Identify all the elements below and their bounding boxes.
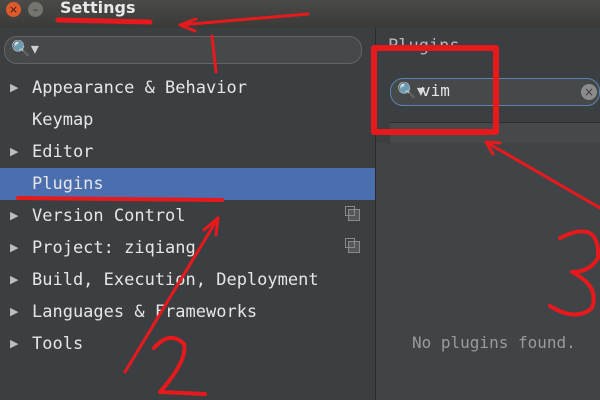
sidebar-item-tools[interactable]: ▶ Tools — [0, 328, 375, 360]
settings-sidebar: 🔍▾ ▶ Appearance & Behavior Keymap ▶ Edit… — [0, 28, 376, 400]
settings-search-input[interactable]: 🔍▾ — [4, 36, 362, 64]
search-value: vim — [421, 81, 450, 100]
sidebar-item-version-control[interactable]: ▶ Version Control — [0, 200, 375, 232]
sidebar-item-label: Appearance & Behavior — [32, 78, 247, 98]
expand-arrow-icon[interactable]: ▶ — [10, 72, 18, 104]
plugin-list-header — [390, 122, 600, 143]
sidebar-item-label: Editor — [32, 142, 94, 162]
page-title: Plugins — [388, 36, 460, 56]
sidebar-item-label: Languages & Frameworks — [32, 302, 258, 322]
sidebar-item-label: Keymap — [32, 110, 94, 130]
search-icon[interactable]: 🔍▾ — [11, 39, 39, 58]
sidebar-item-editor[interactable]: ▶ Editor — [0, 136, 375, 168]
expand-arrow-icon[interactable]: ▶ — [10, 296, 18, 328]
sidebar-item-appearance-behavior[interactable]: ▶ Appearance & Behavior — [0, 72, 375, 104]
sidebar-item-keymap[interactable]: Keymap — [0, 104, 375, 136]
minimize-window-icon[interactable]: – — [28, 2, 43, 17]
close-window-icon[interactable]: × — [6, 2, 21, 17]
project-settings-icon — [345, 206, 360, 221]
plugins-panel: Plugins 🔍▾ vim × No plugins found. — [376, 28, 600, 400]
sidebar-item-project[interactable]: ▶ Project: ziqiang — [0, 232, 375, 264]
sidebar-item-languages-frameworks[interactable]: ▶ Languages & Frameworks — [0, 296, 375, 328]
sidebar-item-label: Plugins — [32, 174, 104, 194]
sidebar-item-plugins[interactable]: Plugins — [0, 168, 375, 200]
empty-state-text: No plugins found. — [412, 333, 576, 352]
window-title: Settings — [60, 0, 136, 17]
title-bar: × – Settings — [0, 0, 600, 29]
expand-arrow-icon[interactable]: ▶ — [10, 232, 18, 264]
clear-search-icon[interactable]: × — [581, 84, 597, 100]
settings-tree: ▶ Appearance & Behavior Keymap ▶ Editor … — [0, 72, 375, 360]
sidebar-item-label: Tools — [32, 334, 84, 354]
sidebar-item-label: Version Control — [32, 206, 186, 226]
expand-arrow-icon[interactable]: ▶ — [10, 200, 18, 232]
sidebar-item-label: Project: ziqiang — [32, 238, 196, 258]
sidebar-item-build-execution-deployment[interactable]: ▶ Build, Execution, Deployment — [0, 264, 375, 296]
expand-arrow-icon[interactable]: ▶ — [10, 136, 18, 168]
sidebar-item-label: Build, Execution, Deployment — [32, 270, 319, 290]
expand-arrow-icon[interactable]: ▶ — [10, 264, 18, 296]
project-settings-icon — [345, 238, 360, 253]
plugin-list: No plugins found. — [376, 143, 600, 400]
plugin-search-input[interactable]: 🔍▾ vim × — [390, 78, 600, 106]
expand-arrow-icon[interactable]: ▶ — [10, 328, 18, 360]
